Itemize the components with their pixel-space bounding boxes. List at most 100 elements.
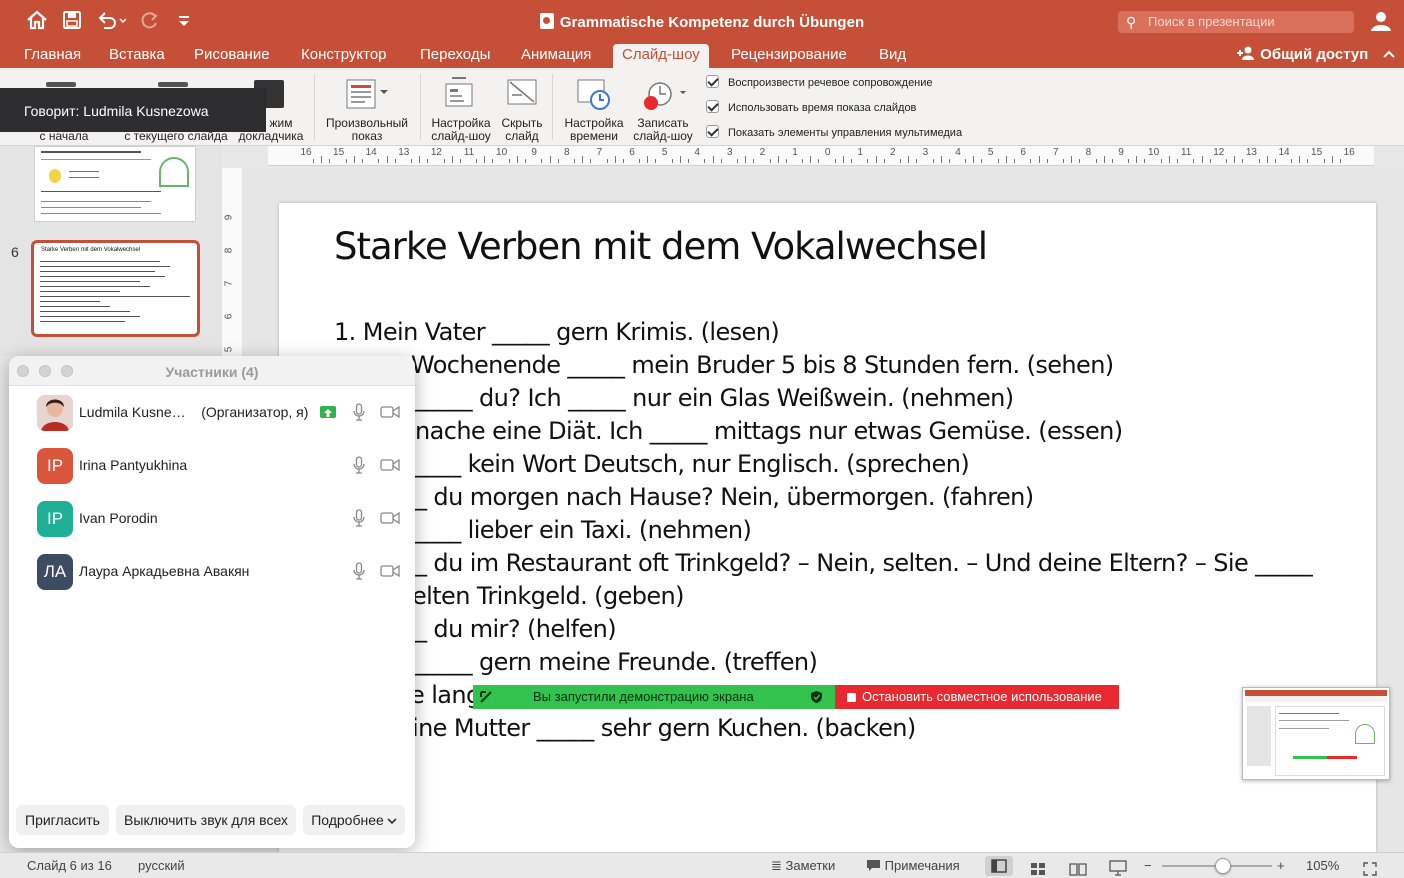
stop-share-button[interactable]: Остановить совместное использование [835,685,1119,709]
add-person-icon [1236,46,1260,63]
ruler-tick-mark [1299,156,1301,163]
ruler-tick-mark [712,156,714,163]
ruler-tick-label: 2 [890,147,896,158]
slide-sorter-view-button[interactable] [1030,859,1046,878]
slide-sorter-icon [1031,863,1045,875]
drag-handle-icon[interactable] [479,690,493,704]
more-button[interactable]: Подробнее [303,805,405,835]
exercise-line-4[interactable]: nache eine Diät. Ich _____ mittags nur e… [415,416,1123,446]
ruler-tick-mark [899,159,901,163]
slideshow-view-button[interactable] [1109,859,1127,878]
document-title-text: Grammatische Kompetenz durch Übungen [559,14,865,31]
participant-row[interactable]: ЛА Лаура Аркадьевна Авакян [9,545,415,598]
exercise-line-7[interactable]: ____ lieber ein Taxi. (nehmen) [415,515,752,545]
ruler-tick-mark [834,159,836,163]
ruler-tick-mark [965,159,967,163]
zoom-in-button[interactable]: + [1277,853,1285,878]
exercise-line-10[interactable]: _ du mir? (helfen) [415,614,617,644]
slide-thumbnail-6[interactable]: Starke Verben mit dem Vokalwechsel [31,240,200,337]
play-narrations-checkbox[interactable]: Воспроизвести речевое сопровождение [706,75,933,91]
normal-view-button[interactable] [985,856,1013,876]
rehearse-timings-button[interactable]: Настройка времени [558,68,630,144]
language-indicator[interactable]: русский [138,853,185,878]
avatar: IP [37,501,73,537]
participant-row[interactable]: IP Irina Pantyukhina [9,439,415,492]
microphone-icon[interactable] [353,456,365,474]
zoom-slider-knob[interactable] [1214,858,1231,874]
camera-icon[interactable] [380,511,400,525]
ruler-tick-mark [1234,156,1236,163]
ruler-tick-mark [1103,156,1105,163]
tab-review[interactable]: Рецензирование [731,44,847,68]
camera-icon[interactable] [380,458,400,472]
tab-insert[interactable]: Вставка [109,44,165,68]
show-media-controls-checkbox[interactable]: Показать элементы управления мультимедиа [706,125,962,141]
participants-panel[interactable]: Участники (4) Ludmila Kusne… (Организато… [9,356,415,848]
ruler-tick-mark [908,156,910,163]
exercise-line-6[interactable]: _ du morgen nach Hause? Nein, übermorgen… [415,482,1034,512]
hide-slide-icon [507,79,537,105]
ruler-tick-mark [378,159,380,163]
tab-design[interactable]: Конструктор [301,44,387,68]
ruler-tick-mark [386,156,388,163]
zoom-level[interactable]: 105% [1306,853,1339,878]
microphone-icon[interactable] [353,562,365,580]
ruler-tick-mark [802,159,804,163]
ribbon-separator [552,74,553,140]
ruler-tick-mark [1111,159,1113,163]
microphone-icon[interactable] [353,403,365,421]
record-slideshow-button[interactable]: Записать слайд-шоу [630,68,696,144]
screen-share-status[interactable]: Вы запустили демонстрацию экрана [473,685,835,709]
ruler-tick-label: 7 [1053,147,1059,158]
ruler-tick-mark [777,156,779,163]
camera-icon[interactable] [380,564,400,578]
tab-draw[interactable]: Рисование [194,44,270,68]
slide-title[interactable]: Starke Verben mit dem Vokalwechsel [334,225,988,269]
custom-show-icon [346,79,388,109]
slide-canvas[interactable]: Starke Verben mit dem Vokalwechsel 1. Me… [279,203,1376,852]
reading-view-button[interactable] [1069,859,1087,878]
mute-all-button[interactable]: Выключить звук для всех [116,805,296,835]
collapse-ribbon-icon[interactable] [1382,46,1395,63]
exercise-line-13[interactable]: ine Mutter _____ sehr gern Kuchen. (back… [412,713,916,743]
ruler-tick-mark [313,159,315,163]
tab-view[interactable]: Вид [879,44,906,68]
share-button[interactable]: Общий доступ [1236,44,1395,66]
screen-share-preview-thumbnail[interactable] [1242,687,1390,780]
play-from-current-icon [158,82,188,87]
exercise-line-12[interactable]: e lang [410,680,481,710]
hide-slide-button[interactable]: Скрыть слайд [496,68,548,144]
exercise-line-5[interactable]: ____ kein Wort Deutsch, nur Englisch. (s… [415,449,970,479]
comments-button[interactable]: Примечания [866,853,960,878]
use-timings-checkbox[interactable]: Использовать время показа слайдов [706,100,916,116]
exercise-line-9[interactable]: elten Trinkgeld. (geben) [412,581,685,611]
tab-home[interactable]: Главная [24,44,81,68]
custom-show-button[interactable]: Произвольный показ [320,68,414,144]
notes-button[interactable]: ≣ Заметки [771,853,835,878]
exercise-line-8[interactable]: _ du im Restaurant oft Trinkgeld? – Nein… [415,548,1313,578]
camera-icon[interactable] [380,405,400,419]
record-slideshow-icon [644,82,686,110]
participant-row[interactable]: IP Ivan Porodin [9,492,415,545]
tab-transitions[interactable]: Переходы [420,44,490,68]
participant-row[interactable]: Ludmila Kusne… (Организатор, я) [9,386,415,439]
tab-animations[interactable]: Анимация [521,44,591,68]
microphone-icon[interactable] [353,509,365,527]
fit-to-window-button[interactable] [1363,859,1377,878]
invite-button[interactable]: Пригласить [16,805,109,835]
ruler-tick-mark [516,156,518,163]
comments-label: Примечания [884,858,960,873]
person-icon[interactable] [1370,10,1392,32]
setup-show-button[interactable]: Настройка слайд-шоу [426,68,496,144]
slide-thumbnail-5[interactable] [34,146,196,222]
tab-slideshow[interactable]: Слайд-шоу [613,44,709,68]
exercise-line-11[interactable]: _____ gern meine Freunde. (treffen) [415,647,818,677]
exercise-line-2[interactable]: Wochenende _____ mein Bruder 5 bis 8 Stu… [411,350,1114,380]
zoom-out-button[interactable]: − [1144,853,1152,878]
search-input[interactable]: ⚲ Поиск в презентации [1118,11,1354,33]
ruler-tick-label: 9 [1118,147,1124,158]
exercise-line-1[interactable]: 1. Mein Vater _____ gern Krimis. (lesen) [334,317,780,347]
exercise-line-3[interactable]: _____ du? Ich _____ nur ein Glas Weißwei… [415,383,1014,413]
ribbon-tabs: Главная Вставка Рисование Конструктор Пе… [0,44,1404,68]
zoom-slider[interactable] [1162,858,1272,874]
